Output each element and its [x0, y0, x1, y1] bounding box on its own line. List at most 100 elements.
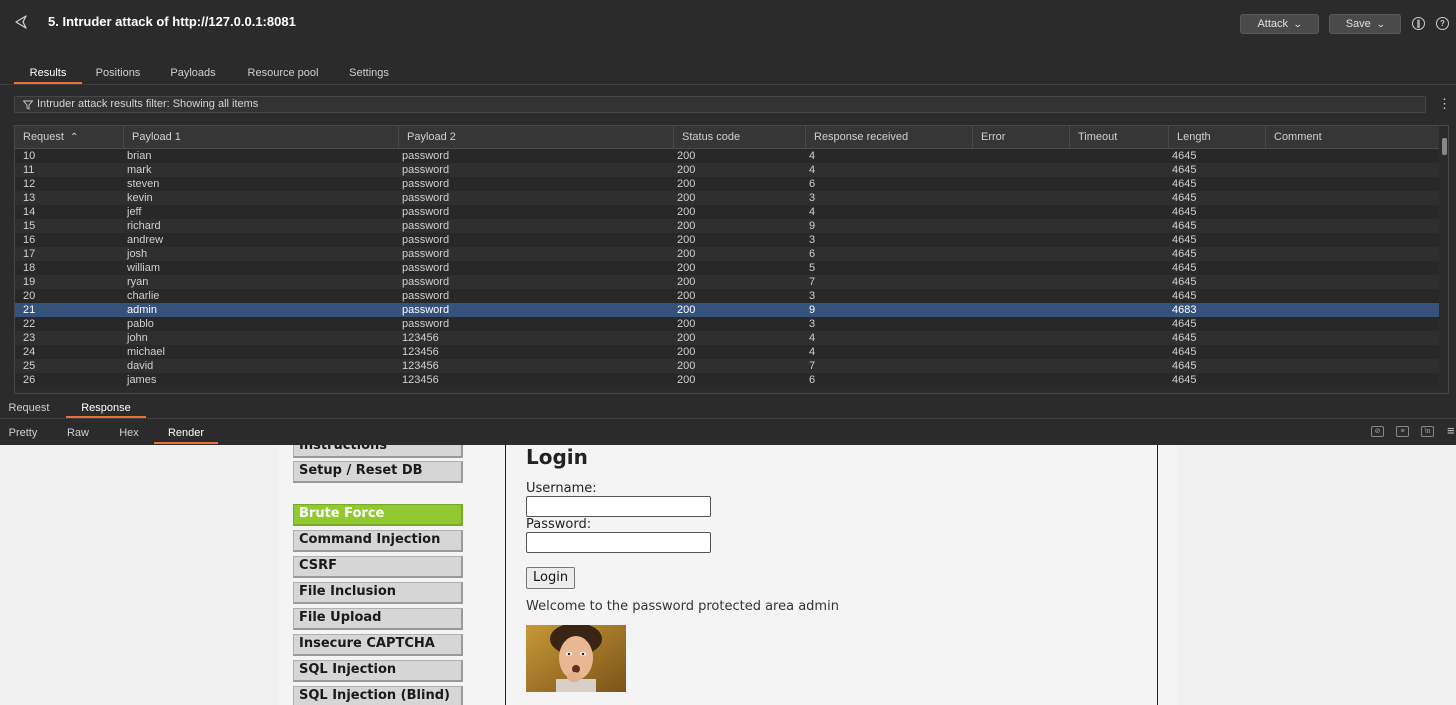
table-row[interactable]: 22 pablo password 200 3 4645	[15, 317, 1439, 331]
cell-payload-2: password	[402, 248, 450, 260]
results-filter[interactable]: Intruder attack results filter: Showing …	[14, 96, 1426, 113]
cell-request: 19	[23, 276, 36, 288]
hide-icon[interactable]: ⊘	[1371, 426, 1384, 437]
cell-status-code: 200	[677, 262, 696, 274]
menu-setup-reset-db[interactable]: Setup / Reset DB	[293, 461, 463, 483]
cell-length: 4645	[1172, 276, 1197, 288]
cell-payload-1: josh	[127, 248, 148, 260]
table-row[interactable]: 23 john 123456 200 4 4645	[15, 331, 1439, 345]
table-row[interactable]: 20 charlie password 200 3 4645	[15, 289, 1439, 303]
chevron-down-icon: ⌄	[1375, 18, 1386, 29]
table-row[interactable]: 19 ryan password 200 7 4645	[15, 275, 1439, 289]
cell-response-received: 4	[809, 150, 816, 162]
password-field[interactable]	[526, 532, 711, 553]
cell-length: 4645	[1172, 248, 1197, 260]
tab-results[interactable]: Results	[14, 62, 82, 84]
tab-response[interactable]: Response	[66, 398, 146, 418]
login-button[interactable]: Login	[526, 567, 576, 589]
table-row[interactable]: 16 andrew password 200 3 4645	[15, 233, 1439, 247]
cell-payload-1: william	[127, 262, 160, 274]
table-row[interactable]: 13 kevin password 200 3 4645	[15, 191, 1439, 205]
tab-request[interactable]: Request	[0, 398, 58, 418]
attack-button-label: Attack	[1257, 18, 1289, 30]
table-row[interactable]: 18 william password 200 5 4645	[15, 261, 1439, 275]
cell-request: 17	[23, 248, 36, 260]
table-row[interactable]: 25 david 123456 200 7 4645	[15, 359, 1439, 373]
cell-status-code: 200	[677, 332, 696, 344]
cell-payload-1: brian	[127, 150, 152, 162]
cell-length: 4645	[1172, 192, 1197, 204]
rendered-response: Instructions Setup / Reset DB Brute Forc…	[0, 445, 1456, 705]
menu-insecure-captcha[interactable]: Insecure CAPTCHA	[293, 634, 463, 656]
table-header: Request ⌃ Payload 1 Payload 2 Status cod…	[15, 126, 1439, 149]
tab-payloads[interactable]: Payloads	[163, 62, 223, 84]
col-status-code-header[interactable]: Status code	[674, 126, 806, 149]
cell-payload-1: steven	[127, 178, 160, 190]
tab-positions[interactable]: Positions	[88, 62, 148, 84]
cell-payload-2: 123456	[402, 332, 439, 344]
cell-request: 14	[23, 206, 36, 218]
menu-sql-injection[interactable]: SQL Injection	[293, 660, 463, 682]
table-row[interactable]: 15 richard password 200 9 4645	[15, 219, 1439, 233]
col-comment-header[interactable]: Comment	[1266, 126, 1439, 149]
menu-brute-force[interactable]: Brute Force	[293, 504, 463, 526]
table-row[interactable]: 10 brian password 200 4 4645	[15, 149, 1439, 163]
menu-sql-injection-blind[interactable]: SQL Injection (Blind)	[293, 686, 463, 705]
col-response-received-header[interactable]: Response received	[806, 126, 973, 149]
title-bar: 5. Intruder attack of http://127.0.0.1:8…	[0, 0, 1456, 48]
col-length-header[interactable]: Length	[1169, 126, 1266, 149]
cell-payload-1: charlie	[127, 290, 160, 302]
cell-payload-2: password	[402, 192, 450, 204]
message-tabs-divider	[0, 418, 1456, 419]
table-row[interactable]: 24 michael 123456 200 4 4645	[15, 345, 1439, 359]
table-row[interactable]: 17 josh password 200 6 4645	[15, 247, 1439, 261]
table-row-selected[interactable]: 21 admin password 200 9 4683	[15, 303, 1439, 317]
newline-icon[interactable]: \n	[1421, 426, 1434, 437]
password-label: Password:	[526, 517, 592, 532]
cell-response-received: 7	[809, 276, 816, 288]
tab-settings[interactable]: Settings	[341, 62, 397, 84]
back-arrow-icon[interactable]	[13, 14, 29, 30]
col-request-header[interactable]: Request ⌃	[15, 126, 124, 149]
menu-file-inclusion[interactable]: File Inclusion	[293, 582, 463, 604]
table-row[interactable]: 26 james 123456 200 6 4645	[15, 373, 1439, 387]
table-scrollbar[interactable]	[1442, 138, 1447, 155]
tab-render[interactable]: Render	[154, 424, 218, 444]
cell-status-code: 200	[677, 290, 696, 302]
menu-command-injection[interactable]: Command Injection	[293, 530, 463, 552]
help-icon[interactable]: ?	[1436, 17, 1449, 30]
col-timeout-header[interactable]: Timeout	[1070, 126, 1169, 149]
attack-button[interactable]: Attack ⌄	[1240, 14, 1319, 34]
col-error-header[interactable]: Error	[973, 126, 1070, 149]
menu-file-upload[interactable]: File Upload	[293, 608, 463, 630]
tab-pretty[interactable]: Pretty	[0, 424, 46, 444]
menu-csrf[interactable]: CSRF	[293, 556, 463, 578]
menu-instructions[interactable]: Instructions	[293, 445, 463, 458]
cell-status-code: 200	[677, 276, 696, 288]
cell-request: 22	[23, 318, 36, 330]
tab-hex[interactable]: Hex	[110, 424, 148, 444]
table-row[interactable]: 14 jeff password 200 4 4645	[15, 205, 1439, 219]
cell-payload-1: kevin	[127, 192, 153, 204]
cell-response-received: 3	[809, 318, 816, 330]
table-row[interactable]: 12 steven password 200 6 4645	[15, 177, 1439, 191]
cell-request: 10	[23, 150, 36, 162]
pause-icon[interactable]: ∥	[1412, 17, 1425, 30]
username-field[interactable]	[526, 496, 711, 517]
cell-payload-2: password	[402, 206, 450, 218]
col-request-label: Request	[23, 131, 64, 143]
cell-length: 4645	[1172, 220, 1197, 232]
cell-payload-2: password	[402, 290, 450, 302]
cell-status-code: 200	[677, 164, 696, 176]
login-panel: Login Username: Password: Login Welcome …	[505, 445, 1158, 705]
tab-raw[interactable]: Raw	[58, 424, 98, 444]
table-row[interactable]: 11 mark password 200 4 4645	[15, 163, 1439, 177]
list-icon[interactable]: ≡	[1396, 426, 1409, 437]
welcome-message: Welcome to the password protected area a…	[526, 599, 839, 614]
tab-resource-pool[interactable]: Resource pool	[240, 62, 326, 84]
col-payload-2-header[interactable]: Payload 2	[399, 126, 674, 149]
col-payload-1-header[interactable]: Payload 1	[124, 126, 399, 149]
more-options-icon[interactable]: ⋮	[1438, 97, 1451, 111]
save-button[interactable]: Save ⌄	[1329, 14, 1401, 34]
menu-icon[interactable]: ≡	[1447, 424, 1455, 438]
